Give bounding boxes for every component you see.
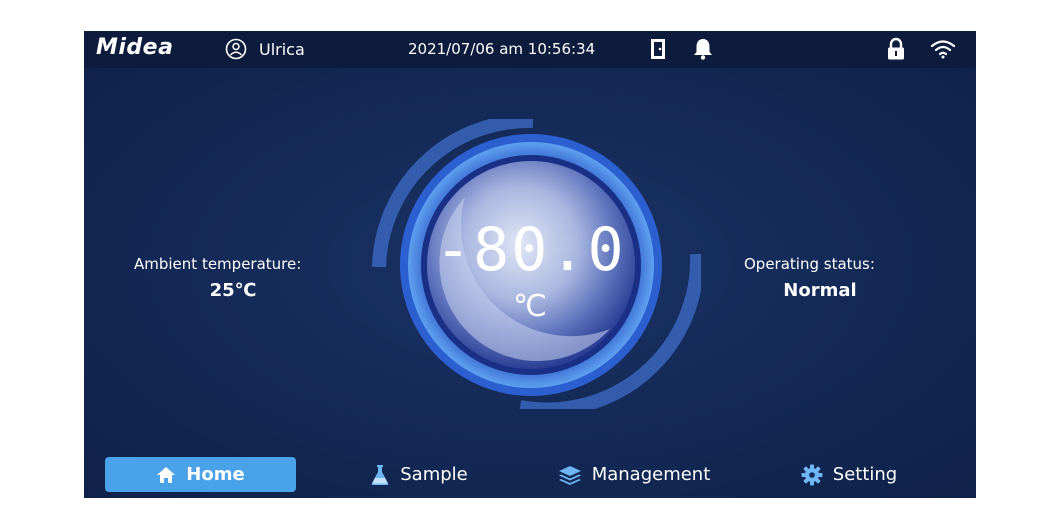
bottom-nav: Home Sample Management Setting [84, 455, 976, 495]
flask-icon [370, 464, 390, 486]
gear-icon [801, 464, 823, 486]
nav-sample-label: Sample [400, 464, 468, 485]
wifi-icon[interactable] [930, 39, 956, 63]
layers-icon [558, 465, 582, 485]
midea-logo: Midea [96, 35, 174, 60]
user-account[interactable]: Ulrica [225, 38, 305, 60]
datetime-display: 2021/07/06 am 10:56:34 [408, 40, 596, 58]
device-screen: Midea Ulrica 2021/07/06 am 10:56:34 Ambi… [84, 31, 976, 498]
nav-management-button[interactable]: Management [544, 457, 724, 492]
temperature-readout: -80.0 [435, 215, 626, 285]
user-name: Ulrica [259, 39, 305, 59]
operating-status-label: Operating status: [744, 255, 875, 273]
home-icon [156, 466, 176, 484]
bell-icon[interactable] [692, 37, 714, 65]
nav-home-label: Home [186, 464, 245, 485]
temperature-gauge: -80.0 ℃ [355, 119, 701, 409]
nav-management-label: Management [591, 464, 711, 485]
ambient-temperature-value: 25℃ [209, 280, 257, 301]
user-icon [225, 38, 247, 60]
operating-status-value: Normal [783, 280, 857, 301]
door-icon[interactable] [649, 38, 667, 64]
lock-icon[interactable] [885, 37, 907, 65]
nav-setting-label: Setting [832, 464, 898, 485]
status-bar: Midea Ulrica 2021/07/06 am 10:56:34 [84, 31, 976, 68]
temperature-unit: ℃ [513, 289, 547, 324]
nav-home-button[interactable]: Home [105, 457, 296, 492]
nav-sample-button[interactable]: Sample [354, 457, 484, 492]
ambient-temperature-label: Ambient temperature: [134, 255, 302, 273]
nav-setting-button[interactable]: Setting [789, 457, 909, 492]
